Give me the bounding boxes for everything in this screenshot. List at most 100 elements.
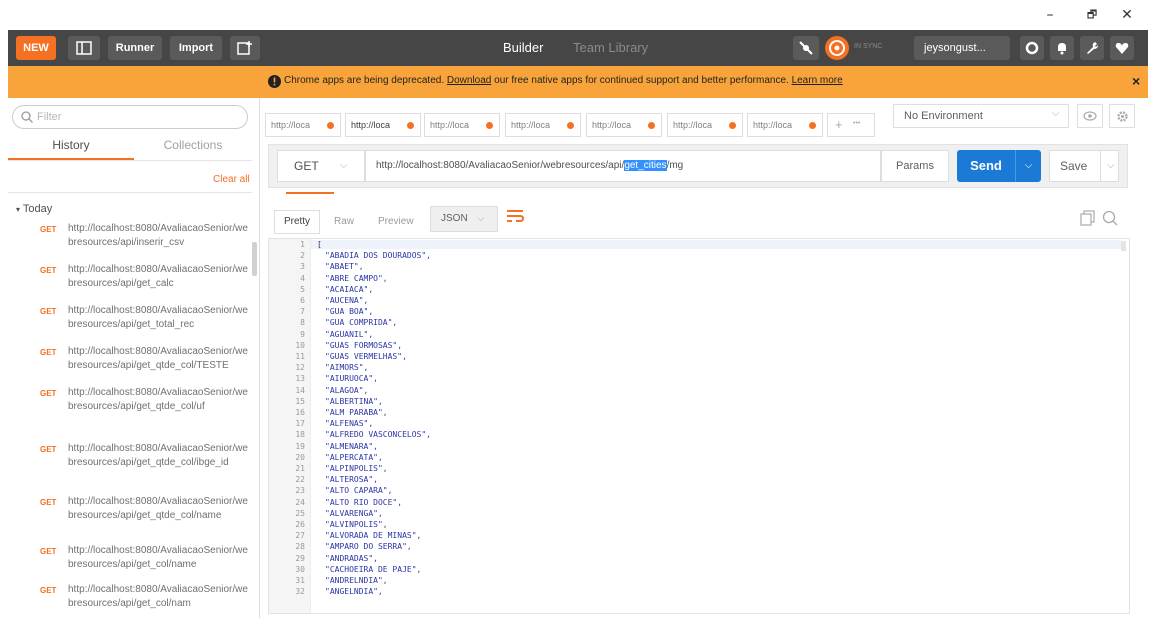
method-badge: GET: [40, 498, 57, 507]
response-body[interactable]: 1[2 "ABADIA DOS DOURADOS", 3 "ABAET", 4 "ABRE…: [268, 238, 1130, 614]
params-button[interactable]: Params: [881, 150, 949, 182]
line-number: 26: [295, 520, 305, 529]
tab-request[interactable]: http://loca: [265, 113, 341, 137]
line-number: 20: [295, 452, 305, 462]
minimize-button[interactable]: –: [1035, 4, 1065, 26]
download-link[interactable]: Download: [447, 75, 491, 86]
history-url: http://localhost:8080/AvaliacaoSenior/we…: [68, 584, 248, 609]
more-tabs-button[interactable]: •••: [853, 120, 860, 127]
list-item[interactable]: GET http://localhost:8080/AvaliacaoSenior…: [8, 263, 252, 291]
response-tab-pretty[interactable]: Pretty: [274, 210, 320, 234]
list-item[interactable]: GET http://localhost:8080/AvaliacaoSenior…: [8, 386, 252, 428]
import-button[interactable]: Import: [170, 36, 222, 60]
line-number: 27: [295, 531, 305, 541]
manage-environments-button[interactable]: [1109, 104, 1135, 128]
list-item[interactable]: GET http://localhost:8080/AvaliacaoSenior…: [8, 345, 252, 387]
method-badge: GET: [40, 307, 57, 316]
code-line: 32 "ANGELNDIA",: [269, 588, 1129, 596]
new-button[interactable]: NEW: [16, 36, 56, 60]
save-button[interactable]: Save ⌵: [1049, 150, 1119, 182]
favorites-button[interactable]: [1110, 36, 1134, 60]
interceptor-button[interactable]: [793, 36, 819, 60]
copy-response-button[interactable]: [1080, 210, 1098, 228]
new-window-button[interactable]: [230, 36, 260, 60]
list-item[interactable]: GET http://localhost:8080/AvaliacaoSenior…: [8, 544, 252, 572]
code-line: 28 "AMPARO DO SERRA",: [269, 543, 1129, 551]
line-text: "ALMENARA",: [325, 441, 378, 451]
line-number: 2: [300, 251, 305, 261]
line-text: "ALTO CAPARA",: [325, 486, 393, 496]
line-text: "AMPARO DO SERRA",: [325, 542, 412, 552]
add-tab-button[interactable]: +: [835, 117, 843, 132]
tab-request[interactable]: http://loca: [505, 113, 581, 137]
line-number: 13: [295, 374, 305, 384]
clear-all-link[interactable]: Clear all: [213, 174, 250, 185]
user-menu-button[interactable]: jeysongust...: [914, 36, 1010, 60]
banner-text-middle: our free native apps for continued suppo…: [494, 75, 789, 86]
code-line: 5 "ACAIACA",: [269, 284, 1129, 294]
response-tab-raw[interactable]: Raw: [334, 210, 354, 234]
banner-close-button[interactable]: ×: [1132, 73, 1140, 89]
close-window-button[interactable]: ✕: [1112, 4, 1142, 26]
tab-history[interactable]: History: [8, 134, 134, 160]
line-number: 12: [295, 363, 305, 373]
tab-request[interactable]: http://loca: [586, 113, 662, 137]
method-select[interactable]: GET ⌵: [277, 150, 365, 182]
search-icon: [1102, 210, 1118, 226]
line-text: "ABAET",: [325, 262, 364, 272]
search-response-button[interactable]: [1102, 210, 1120, 228]
line-text: "GUAS FORMOSAS",: [325, 340, 403, 350]
top-toolbar: NEW Runner Import Builder Team Library I…: [8, 30, 1148, 66]
sync-status-icon[interactable]: [824, 35, 850, 61]
response-scrollbar[interactable]: [1121, 241, 1126, 251]
settings-sync-button[interactable]: [1020, 36, 1044, 60]
line-text: "ALBERTINA",: [325, 396, 383, 406]
line-number: 1: [300, 240, 305, 249]
banner-text-before: Chrome apps are being deprecated.: [284, 75, 445, 86]
sidebar-toggle-button[interactable]: [68, 36, 100, 60]
send-button[interactable]: Send: [957, 150, 1015, 182]
learn-more-link[interactable]: Learn more: [792, 75, 843, 86]
send-options-button[interactable]: ⌵: [1015, 150, 1041, 182]
sidebar: Filter History Collections Clear all ▾ T…: [8, 98, 260, 618]
settings-button[interactable]: [1080, 36, 1104, 60]
list-item[interactable]: GET http://localhost:8080/AvaliacaoSenior…: [8, 442, 252, 484]
tab-request[interactable]: http://loca: [667, 113, 743, 137]
sidebar-scrollbar[interactable]: [252, 242, 257, 276]
response-format-select[interactable]: JSON ⌵: [430, 206, 498, 232]
filter-input[interactable]: Filter: [12, 105, 248, 129]
code-line: 11 "GUAS VERMELHAS",: [269, 353, 1129, 361]
runner-button[interactable]: Runner: [108, 36, 162, 60]
response-tab-preview[interactable]: Preview: [378, 210, 414, 234]
line-number: 23: [295, 486, 305, 496]
line-text: "ALFREDO VASCONCELOS",: [325, 430, 431, 440]
tab-collections[interactable]: Collections: [134, 134, 252, 160]
maximize-button[interactable]: 🗗: [1077, 4, 1107, 26]
sidebar-divider-2: [8, 192, 252, 193]
tab-request[interactable]: http://loca: [747, 113, 823, 137]
list-item[interactable]: GET http://localhost:8080/AvaliacaoSenior…: [8, 304, 252, 332]
builder-tab[interactable]: Builder: [503, 30, 543, 66]
url-input[interactable]: http://localhost:8080/AvaliacaoSenior/we…: [365, 150, 881, 182]
line-text: "AIMORS",: [325, 363, 369, 373]
unsaved-dot-icon: [327, 122, 334, 129]
tab-label: http://loca: [753, 120, 793, 130]
line-number: 5: [300, 284, 305, 294]
wrap-lines-button[interactable]: [506, 208, 528, 230]
line-text: "ANDRELNDIA",: [325, 576, 388, 585]
environment-select[interactable]: No Environment ⌵: [893, 104, 1069, 128]
history-group-today[interactable]: ▾ Today: [16, 203, 52, 215]
history-url: http://localhost:8080/AvaliacaoSenior/we…: [68, 264, 248, 289]
tab-request[interactable]: http://loca: [424, 113, 500, 137]
history-url: http://localhost:8080/AvaliacaoSenior/we…: [68, 443, 248, 468]
tab-request[interactable]: http://loca: [345, 113, 421, 137]
team-library-tab[interactable]: Team Library: [573, 30, 648, 66]
method-badge: GET: [40, 586, 57, 595]
notifications-button[interactable]: [1050, 36, 1074, 60]
line-text: "ANDRADAS",: [325, 553, 378, 563]
list-item[interactable]: GET http://localhost:8080/AvaliacaoSenior…: [8, 222, 252, 250]
list-item[interactable]: GET http://localhost:8080/AvaliacaoSenior…: [8, 495, 252, 537]
environment-quicklook-button[interactable]: [1077, 104, 1103, 128]
list-item[interactable]: GET http://localhost:8080/AvaliacaoSenior…: [8, 583, 252, 611]
method-badge: GET: [40, 266, 57, 275]
